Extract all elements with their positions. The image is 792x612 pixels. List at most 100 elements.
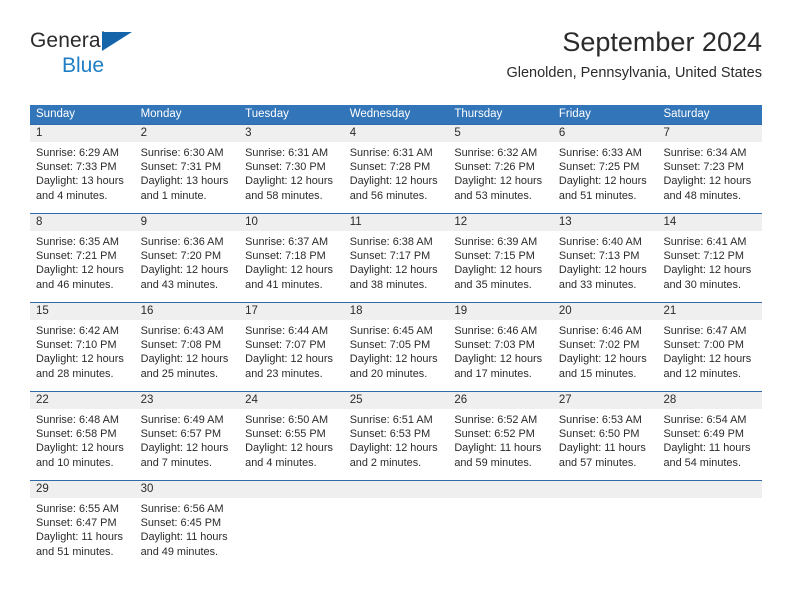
sunset-text: Sunset: 6:47 PM — [36, 517, 117, 530]
day-number[interactable]: 10 — [239, 214, 344, 231]
day-number[interactable]: 14 — [657, 214, 762, 231]
day-number[interactable]: 6 — [553, 125, 658, 142]
sunrise-text: Sunrise: 6:52 AM — [454, 414, 538, 426]
day-cell[interactable]: Sunrise: 6:56 AM Sunset: 6:45 PM Dayligh… — [135, 498, 240, 569]
sunrise-text: Sunrise: 6:42 AM — [36, 325, 119, 337]
day-cell[interactable]: Sunrise: 6:54 AM Sunset: 6:49 PM Dayligh… — [657, 409, 762, 480]
day-cell[interactable]: Sunrise: 6:32 AM Sunset: 7:26 PM Dayligh… — [448, 142, 553, 213]
day-cell[interactable]: Sunrise: 6:55 AM Sunset: 6:47 PM Dayligh… — [30, 498, 135, 569]
weekday-wednesday: Wednesday — [349, 108, 411, 120]
daylight-text-line2: and 56 minutes. — [349, 189, 428, 202]
sunset-text: Sunset: 7:00 PM — [663, 339, 744, 352]
sunrise-text: Sunrise: 6:31 AM — [349, 147, 433, 159]
day-number[interactable]: 16 — [135, 303, 240, 320]
day-number[interactable]: 8 — [30, 214, 135, 231]
weekday-thursday: Thursday — [454, 108, 503, 120]
day-number[interactable]: 4 — [344, 125, 449, 142]
day-number[interactable]: 22 — [30, 392, 135, 409]
day-cell-empty — [448, 498, 553, 569]
day-cell[interactable]: Sunrise: 6:48 AM Sunset: 6:58 PM Dayligh… — [30, 409, 135, 480]
day-cell[interactable]: Sunrise: 6:29 AM Sunset: 7:33 PM Dayligh… — [30, 142, 135, 213]
day-cell[interactable]: Sunrise: 6:33 AM Sunset: 7:25 PM Dayligh… — [553, 142, 658, 213]
day-cell[interactable]: Sunrise: 6:30 AM Sunset: 7:31 PM Dayligh… — [135, 142, 240, 213]
day-cell[interactable]: Sunrise: 6:31 AM Sunset: 7:30 PM Dayligh… — [239, 142, 344, 213]
day-cell[interactable]: Sunrise: 6:37 AM Sunset: 7:18 PM Dayligh… — [239, 231, 344, 302]
daylight-text-line2: and 20 minutes. — [349, 367, 428, 380]
day-number[interactable]: 23 — [135, 392, 240, 409]
day-cell[interactable]: Sunrise: 6:52 AM Sunset: 6:52 PM Dayligh… — [448, 409, 553, 480]
day-number[interactable]: 2 — [135, 125, 240, 142]
daylight-text-line2: and 25 minutes. — [140, 367, 219, 380]
day-cell[interactable]: Sunrise: 6:40 AM Sunset: 7:13 PM Dayligh… — [553, 231, 658, 302]
day-number-empty — [239, 481, 344, 498]
day-cell[interactable]: Sunrise: 6:38 AM Sunset: 7:17 PM Dayligh… — [344, 231, 449, 302]
day-number[interactable]: 20 — [553, 303, 658, 320]
day-cell[interactable]: Sunrise: 6:41 AM Sunset: 7:12 PM Dayligh… — [657, 231, 762, 302]
daylight-text-line2: and 30 minutes. — [663, 278, 741, 291]
sunset-text: Sunset: 6:58 PM — [36, 428, 117, 441]
sunrise-text: Sunrise: 6:44 AM — [245, 325, 329, 337]
day-cell[interactable]: Sunrise: 6:49 AM Sunset: 6:57 PM Dayligh… — [135, 409, 240, 480]
day-number[interactable]: 15 — [30, 303, 135, 320]
day-number[interactable]: 9 — [135, 214, 240, 231]
day-cell[interactable]: Sunrise: 6:50 AM Sunset: 6:55 PM Dayligh… — [239, 409, 344, 480]
day-cell-empty — [239, 498, 344, 569]
brand-logo[interactable]: General Blue — [30, 30, 230, 82]
sunset-text: Sunset: 7:26 PM — [454, 161, 535, 174]
day-cell[interactable]: Sunrise: 6:45 AM Sunset: 7:05 PM Dayligh… — [344, 320, 449, 391]
day-number[interactable]: 17 — [239, 303, 344, 320]
day-cell[interactable]: Sunrise: 6:35 AM Sunset: 7:21 PM Dayligh… — [30, 231, 135, 302]
day-number-empty — [657, 481, 762, 498]
sunset-text: Sunset: 7:10 PM — [36, 339, 117, 352]
day-number[interactable]: 13 — [553, 214, 658, 231]
day-cell[interactable]: Sunrise: 6:36 AM Sunset: 7:20 PM Dayligh… — [135, 231, 240, 302]
daylight-text-line2: and 7 minutes. — [140, 456, 213, 469]
daylight-text-line2: and 49 minutes. — [140, 545, 219, 558]
daylight-text-line1: Daylight: 11 hours — [36, 531, 123, 544]
daylight-text-line1: Daylight: 12 hours — [454, 353, 543, 366]
daylight-text-line1: Daylight: 12 hours — [245, 175, 333, 188]
daylight-text-line2: and 4 minutes. — [245, 456, 317, 469]
day-number[interactable]: 30 — [135, 481, 240, 498]
day-number[interactable]: 21 — [657, 303, 762, 320]
day-number[interactable]: 3 — [239, 125, 344, 142]
day-cell[interactable]: Sunrise: 6:46 AM Sunset: 7:02 PM Dayligh… — [553, 320, 658, 391]
day-number[interactable]: 26 — [448, 392, 553, 409]
sunrise-text: Sunrise: 6:33 AM — [558, 147, 642, 159]
daylight-text-line2: and 35 minutes. — [454, 278, 532, 291]
day-cell[interactable]: Sunrise: 6:53 AM Sunset: 6:50 PM Dayligh… — [553, 409, 658, 480]
day-cell[interactable]: Sunrise: 6:51 AM Sunset: 6:53 PM Dayligh… — [344, 409, 449, 480]
day-number[interactable]: 7 — [657, 125, 762, 142]
day-number[interactable]: 12 — [448, 214, 553, 231]
daylight-text-line1: Daylight: 12 hours — [454, 264, 543, 277]
daylight-text-line1: Daylight: 12 hours — [36, 353, 124, 366]
day-cell[interactable]: Sunrise: 6:46 AM Sunset: 7:03 PM Dayligh… — [448, 320, 553, 391]
day-cell[interactable]: Sunrise: 6:44 AM Sunset: 7:07 PM Dayligh… — [239, 320, 344, 391]
day-number[interactable]: 29 — [30, 481, 135, 498]
day-number[interactable]: 28 — [657, 392, 762, 409]
day-number[interactable]: 11 — [344, 214, 449, 231]
sunset-text: Sunset: 7:08 PM — [140, 339, 222, 352]
day-number[interactable]: 27 — [553, 392, 658, 409]
day-number[interactable]: 5 — [448, 125, 553, 142]
day-number[interactable]: 24 — [239, 392, 344, 409]
day-cell[interactable]: Sunrise: 6:47 AM Sunset: 7:00 PM Dayligh… — [657, 320, 762, 391]
daylight-text-line1: Daylight: 12 hours — [140, 442, 229, 455]
day-number[interactable]: 19 — [448, 303, 553, 320]
day-cell[interactable]: Sunrise: 6:42 AM Sunset: 7:10 PM Dayligh… — [30, 320, 135, 391]
daylight-text-line1: Daylight: 12 hours — [558, 175, 647, 188]
day-cell[interactable]: Sunrise: 6:39 AM Sunset: 7:15 PM Dayligh… — [448, 231, 553, 302]
week-row: 22 23 24 25 26 27 28 Sunrise: 6:48 AM Su… — [30, 391, 762, 480]
day-number[interactable]: 18 — [344, 303, 449, 320]
week-body: Sunrise: 6:42 AM Sunset: 7:10 PM Dayligh… — [30, 320, 762, 391]
sunrise-text: Sunrise: 6:53 AM — [558, 414, 642, 426]
daylight-text-line1: Daylight: 12 hours — [36, 264, 124, 277]
day-cell[interactable]: Sunrise: 6:43 AM Sunset: 7:08 PM Dayligh… — [135, 320, 240, 391]
day-cell[interactable]: Sunrise: 6:31 AM Sunset: 7:28 PM Dayligh… — [344, 142, 449, 213]
daylight-text-line2: and 53 minutes. — [454, 189, 532, 202]
day-cell[interactable]: Sunrise: 6:34 AM Sunset: 7:23 PM Dayligh… — [657, 142, 762, 213]
sunset-text: Sunset: 7:25 PM — [558, 161, 640, 174]
day-number[interactable]: 25 — [344, 392, 449, 409]
sunset-text: Sunset: 7:17 PM — [349, 250, 431, 263]
day-number[interactable]: 1 — [30, 125, 135, 142]
